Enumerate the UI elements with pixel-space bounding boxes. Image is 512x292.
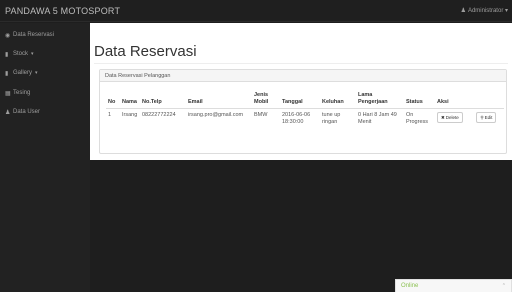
user-icon: ♟ — [460, 8, 466, 14]
sidebar-item-stock[interactable]: ▮ Stock ▾ — [0, 44, 90, 64]
cell-actions: ✖Delete ⚲Edit — [435, 109, 504, 130]
column-header-lama: Lama Pengerjaan — [356, 90, 404, 109]
divider — [94, 63, 508, 64]
bar-chart-icon: ▮ — [5, 51, 9, 58]
sidebar-item-label: Stock — [13, 51, 29, 57]
delete-label: Delete — [445, 115, 459, 120]
column-header-nama: Nama — [120, 90, 140, 109]
cell-mobil: BMW — [254, 112, 268, 118]
trash-icon: ✖ — [441, 115, 445, 120]
chevron-up-icon[interactable]: ⌃ — [502, 283, 506, 289]
panel-heading: Data Reservasi Pelanggan — [100, 70, 506, 82]
cell-email: irsang.pro@gmail.com — [188, 112, 244, 118]
cell-telp: 08222772224 — [142, 112, 176, 118]
dashboard-icon: ◉ — [5, 32, 11, 39]
column-header-aksi: Aksi — [435, 90, 504, 109]
sidebar-item-label: Data User — [13, 109, 41, 115]
cell-status: On Progress — [406, 112, 429, 125]
sidebar-item-tesing[interactable]: ▦ Tesing — [0, 83, 90, 103]
column-header-no: No — [106, 90, 120, 109]
bar-chart-icon: ▮ — [5, 70, 9, 77]
delete-button[interactable]: ✖Delete — [437, 112, 463, 123]
cell-no: 1 — [108, 112, 112, 118]
sidebar: ◉ Data Reservasi ▮ Stock ▾ ▮ Gallery ▾ ▦… — [0, 23, 90, 292]
edit-label: Edit — [484, 115, 493, 120]
chat-status-label: Online — [401, 283, 419, 289]
sidebar-item-label: Tesing — [13, 90, 31, 96]
sidebar-item-data-user[interactable]: ♟ Data User — [0, 102, 90, 122]
cell-lama: 0 Hari 8 Jam 49 Menit — [358, 112, 397, 125]
page-title: Data Reservasi — [94, 43, 197, 60]
column-header-telp: No.Telp — [140, 90, 186, 109]
chevron-down-icon: ▾ — [35, 70, 38, 76]
column-header-email: Email — [186, 90, 252, 109]
brand-logo[interactable]: PANDAWA 5 MOTOSPORT — [5, 6, 120, 16]
user-menu[interactable]: ♟ Administrator ▾ — [461, 7, 508, 14]
chat-widget[interactable]: Online ⌃ — [395, 279, 512, 292]
cell-tanggal: 2016-06-06 18:30:00 — [282, 112, 311, 125]
table-icon: ▦ — [5, 90, 11, 97]
user-icon: ♟ — [5, 109, 11, 116]
sidebar-item-label: Gallery — [13, 70, 33, 76]
user-name: Administrator — [467, 8, 504, 14]
sidebar-item-data-reservasi[interactable]: ◉ Data Reservasi — [0, 25, 90, 45]
table-row: 1 Irsang 08222772224 irsang.pro@gmail.co… — [106, 109, 504, 130]
chevron-down-icon: ▾ — [31, 51, 34, 57]
column-header-mobil: Jenis Mobil — [252, 90, 280, 109]
sidebar-item-gallery[interactable]: ▮ Gallery ▾ — [0, 63, 90, 83]
search-icon: ⚲ — [480, 115, 484, 120]
cell-keluhan: tune up ringan — [322, 112, 341, 125]
reservation-panel: Data Reservasi Pelanggan No Nama No.Telp… — [99, 69, 507, 154]
top-navbar: PANDAWA 5 MOTOSPORT ♟ Administrator ▾ — [0, 0, 512, 22]
sidebar-item-label: Data Reservasi — [13, 32, 55, 38]
edit-button[interactable]: ⚲Edit — [476, 112, 497, 123]
table-header-row: No Nama No.Telp Email Jenis Mobil Tangga… — [106, 90, 504, 109]
reservation-table: No Nama No.Telp Email Jenis Mobil Tangga… — [106, 90, 504, 129]
column-header-keluhan: Keluhan — [320, 90, 356, 109]
column-header-status: Status — [404, 90, 435, 109]
page-wrapper: Data Reservasi Data Reservasi Pelanggan … — [90, 23, 512, 160]
cell-nama: Irsang — [122, 112, 138, 118]
chevron-down-icon: ▾ — [503, 8, 508, 14]
column-header-tanggal: Tanggal — [280, 90, 320, 109]
